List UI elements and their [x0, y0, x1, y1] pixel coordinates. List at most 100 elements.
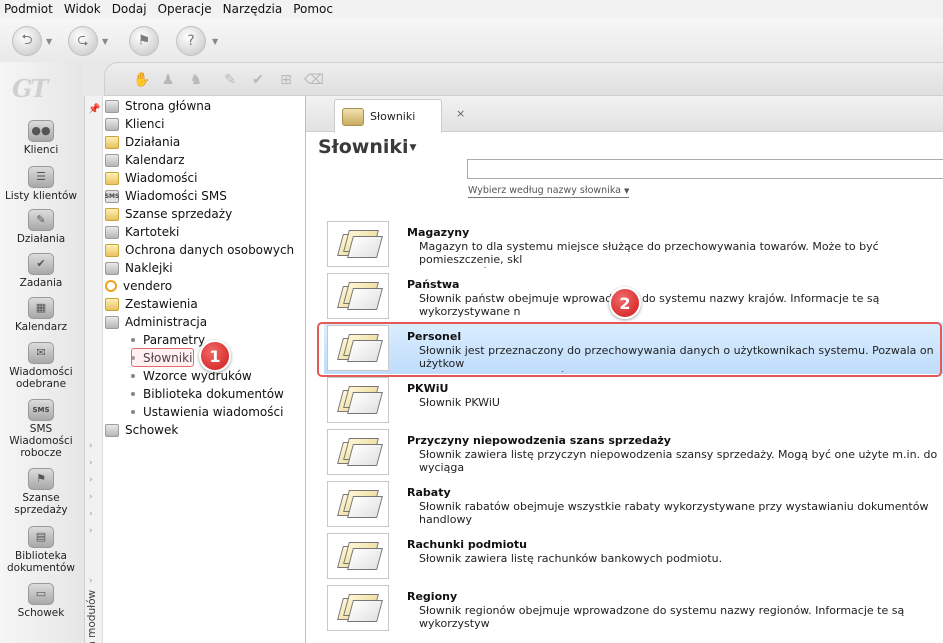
module-biblioteka-dokumentow[interactable]: ▤ Biblioteka dokumentów — [0, 526, 82, 574]
dictionary-book-icon — [327, 533, 389, 579]
module-dzialania[interactable]: ✎ Działania — [0, 209, 82, 245]
navigation-tree-panel: 📌 › › › › › › › › › › Lista modułów Stro… — [84, 96, 306, 643]
tree-item-biblioteka-dokumentow[interactable]: Biblioteka dokumentów — [127, 385, 284, 403]
sales-opportunity-icon: ⚑ — [28, 468, 54, 490]
step-marker-1: 1 — [199, 340, 231, 372]
dictionary-book-icon — [327, 273, 389, 319]
help-button[interactable]: ? — [176, 26, 206, 56]
slowniki-highlight — [131, 348, 194, 367]
help-icon: ? — [187, 33, 195, 49]
forward-arrow-icon: ⮎ — [77, 32, 89, 48]
hand-icon[interactable]: ✋ — [133, 71, 151, 89]
tree-item-dzialania[interactable]: Działania — [105, 133, 180, 151]
edit-icon[interactable]: ✎ — [221, 71, 239, 89]
chevron-right-icon[interactable]: › — [89, 509, 93, 519]
dictionary-row-personel[interactable]: Personel Słownik jest przeznaczony do pr… — [324, 322, 943, 374]
chevron-down-icon: ▼ — [624, 187, 630, 195]
dictionary-row-pkwiu[interactable]: PKWiU Słownik PKWiU — [324, 374, 943, 426]
tree-item-szanse-sprzedazy[interactable]: Szanse sprzedaży — [105, 205, 232, 223]
tab-slowniki[interactable]: Słowniki × — [334, 99, 465, 133]
tree-item-kalendarz[interactable]: Kalendarz — [105, 151, 185, 169]
close-icon[interactable]: × — [456, 107, 465, 120]
module-listy-klientow[interactable]: ☰ Listy klientów — [0, 166, 82, 202]
dictionary-book-icon — [327, 221, 389, 267]
page-title[interactable]: Słowniki▼ — [318, 136, 416, 158]
tree-item-schowek[interactable]: Schowek — [105, 421, 178, 439]
tree-item-parametry[interactable]: Parametry — [127, 331, 205, 349]
messages-icon — [105, 171, 119, 185]
tree-item-vendero[interactable]: vendero — [105, 277, 172, 295]
chevron-right-icon[interactable]: › — [89, 492, 93, 502]
tree-item-zestawienia[interactable]: Zestawienia — [105, 295, 198, 313]
stickers-icon — [105, 261, 119, 275]
people-icon: ●● — [28, 120, 54, 142]
vendero-icon — [105, 280, 117, 292]
flag-icon: ⚑ — [137, 33, 151, 49]
module-bar: GT ●● Klienci ☰ Listy klientów ✎ Działania … — [0, 62, 82, 643]
back-button[interactable]: ⮌ — [12, 26, 42, 56]
menu-bar: Podmiot Widok Dodaj Operacje Narzędzia P… — [0, 0, 943, 18]
dictionary-row-magazyny[interactable]: Magazyny Magazyn to dla systemu miejsce … — [324, 218, 943, 270]
chevron-down-icon: ▼ — [409, 142, 417, 153]
module-kalendarz[interactable]: ▦ Kalendarz — [0, 297, 82, 333]
sms-icon: SMS — [105, 189, 119, 203]
clipboard-icon: ▭ — [28, 583, 54, 605]
module-sms-wiadomosci-robocze[interactable]: SMS SMS Wiadomości robocze — [0, 399, 82, 459]
menu-pomoc[interactable]: Pomoc — [293, 2, 333, 16]
main-toolbar: ⮌ ▼ ⮎ ▼ ⚑ ? ▼ — [0, 18, 943, 62]
tree-item-strona-glowna[interactable]: Strona główna — [105, 97, 211, 115]
tree-item-administracja[interactable]: Administracja — [105, 313, 207, 331]
pin-icon[interactable]: 📌 — [88, 104, 100, 115]
chevron-right-icon[interactable]: › — [89, 441, 93, 451]
data-protection-icon — [105, 243, 119, 257]
dictionary-row-przyczyny-niepowodzenia[interactable]: Przyczyny niepowodzenia szans sprzedaży … — [324, 426, 943, 478]
opportunity-icon — [105, 207, 119, 221]
tree-item-wiadomosci[interactable]: Wiadomości — [105, 169, 197, 187]
dictionary-book-icon — [327, 481, 389, 527]
module-szanse-sprzedazy[interactable]: ⚑ Szanse sprzedaży — [0, 468, 82, 516]
eraser-icon[interactable]: ⌫ — [304, 71, 324, 89]
chevron-down-icon[interactable]: ▼ — [212, 37, 218, 46]
tree-item-wiadomosci-sms[interactable]: SMS Wiadomości SMS — [105, 187, 227, 205]
menu-widok[interactable]: Widok — [64, 2, 101, 16]
dictionary-row-rabaty[interactable]: Rabaty Słownik rabatów obejmuje wszystki… — [324, 478, 943, 530]
forward-button[interactable]: ⮎ — [68, 26, 98, 56]
clients-icon — [105, 117, 119, 131]
tree-item-kartoteki[interactable]: Kartoteki — [105, 223, 179, 241]
chevron-right-icon[interactable]: › — [89, 526, 93, 536]
calendar-icon — [105, 153, 119, 167]
tree-item-ustawienia-wiadomosci[interactable]: Ustawienia wiadomości — [127, 403, 283, 421]
module-klienci[interactable]: ●● Klienci — [0, 120, 82, 156]
chevron-right-icon[interactable]: › — [89, 458, 93, 468]
menu-operacje[interactable]: Operacje — [158, 2, 212, 16]
contact-list-icon: ☰ — [28, 166, 54, 188]
module-schowek[interactable]: ▭ Schowek — [0, 583, 82, 619]
chevron-right-icon[interactable]: › — [89, 475, 93, 485]
module-wiadomosci-odebrane[interactable]: ✉ Wiadomości odebrane — [0, 342, 82, 390]
tree-item-ochrona-danych[interactable]: Ochrona danych osobowych — [105, 241, 294, 259]
module-zadania[interactable]: ✔ Zadania — [0, 253, 82, 289]
chevron-down-icon[interactable]: ▼ — [102, 37, 108, 46]
files-icon — [105, 225, 119, 239]
start-page-button[interactable]: ⚑ — [129, 26, 159, 56]
structure-icon[interactable]: ⊞ — [277, 71, 295, 89]
user-add-icon[interactable]: ♟ — [159, 71, 177, 89]
dictionary-row-rachunki-podmiotu[interactable]: Rachunki podmiotu Słownik zawiera listę … — [324, 530, 943, 582]
menu-podmiot[interactable]: Podmiot — [4, 2, 53, 16]
folder-icon — [105, 423, 119, 437]
app-logo: GT — [12, 74, 48, 103]
user-group-icon[interactable]: ♞ — [187, 71, 205, 89]
dictionary-search-input[interactable] — [467, 159, 943, 179]
tasks-icon: ✔ — [28, 253, 54, 275]
check-icon[interactable]: ✔ — [249, 71, 267, 89]
chevron-down-icon[interactable]: ▼ — [46, 37, 52, 46]
tree-item-klienci[interactable]: Klienci — [105, 115, 164, 133]
tree-item-naklejki[interactable]: Naklejki — [105, 259, 173, 277]
menu-dodaj[interactable]: Dodaj — [112, 2, 147, 16]
tree-item-wzorce-wydrukow[interactable]: Wzorce wydruków — [127, 367, 252, 385]
dictionary-row-regiony[interactable]: Regiony Słownik regionów obejmuje wprowa… — [324, 582, 943, 634]
module-list-strip[interactable]: 📌 › › › › › › › › › › Lista modułów — [85, 96, 103, 643]
menu-narzedzia[interactable]: Narzędzia — [223, 2, 283, 16]
dictionary-filter-dropdown[interactable]: Wybierz według nazwy słownika ▼ — [468, 185, 630, 198]
calendar-icon: ▦ — [28, 297, 54, 319]
